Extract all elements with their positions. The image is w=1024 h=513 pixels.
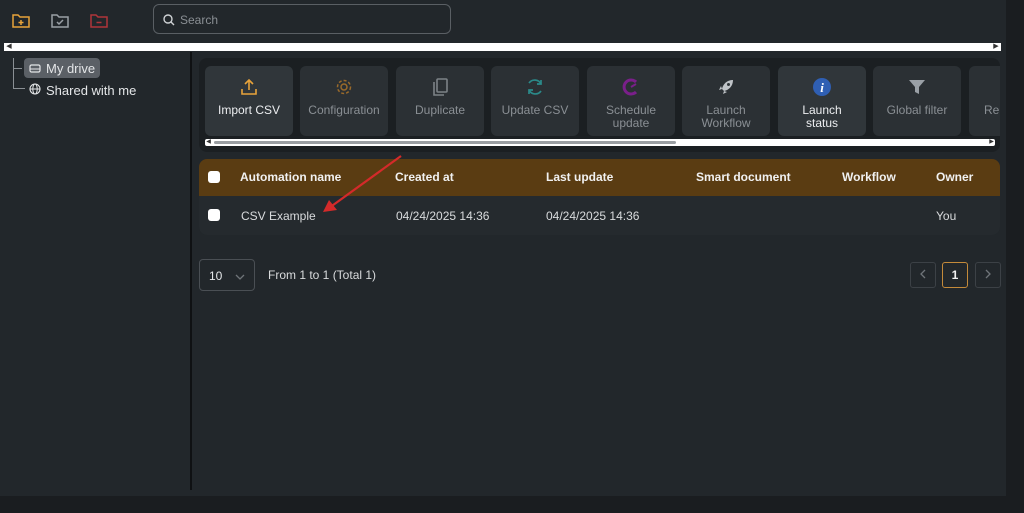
page-size-value: 10 xyxy=(209,269,223,283)
drive-icon xyxy=(29,61,41,76)
folder-plus-icon[interactable] xyxy=(9,8,33,32)
scroll-right-icon[interactable]: ▶ xyxy=(988,139,995,146)
chevron-right-icon xyxy=(984,268,992,282)
duplicate-button[interactable]: Duplicate xyxy=(396,66,484,136)
sidebar-item-shared-with-me[interactable]: Shared with me xyxy=(24,80,141,100)
tool-label: Global filter xyxy=(886,103,948,117)
tool-label: Launch Workflow xyxy=(701,103,751,130)
sidebar-item-label: My drive xyxy=(46,60,96,76)
info-icon: i xyxy=(811,76,833,98)
configuration-button[interactable]: Configuration xyxy=(300,66,388,136)
folder-check-icon[interactable] xyxy=(48,8,72,32)
tool-label: Import CSV xyxy=(217,103,280,117)
filter-icon xyxy=(906,76,928,98)
tool-label: Schedule update xyxy=(605,103,657,130)
rocket-icon xyxy=(715,76,737,98)
tool-label: Re xyxy=(984,103,1000,117)
chevron-left-icon xyxy=(919,268,927,282)
import-csv-button[interactable]: Import CSV xyxy=(205,66,293,136)
search-input[interactable] xyxy=(178,9,442,31)
schedule-update-button[interactable]: Schedule update xyxy=(587,66,675,136)
global-filter-button[interactable]: Global filter xyxy=(873,66,961,136)
tool-label: Configuration xyxy=(308,103,380,117)
outer-background xyxy=(1006,0,1024,513)
tool-label: Launch status xyxy=(802,103,842,130)
prev-page-button[interactable] xyxy=(910,262,936,288)
page-number-button[interactable]: 1 xyxy=(942,262,968,288)
sidebar-divider[interactable] xyxy=(190,52,192,490)
pagination-info: From 1 to 1 (Total 1) xyxy=(268,268,377,282)
scroll-left-icon[interactable]: ◀ xyxy=(5,43,13,51)
clock-icon xyxy=(620,76,642,98)
folder-minus-icon[interactable] xyxy=(87,8,111,32)
sidebar-tree: My drive Shared with me xyxy=(0,52,190,492)
row-checkbox[interactable] xyxy=(208,209,220,221)
sidebar-item-my-drive[interactable]: My drive xyxy=(24,58,101,78)
svg-text:i: i xyxy=(820,80,824,95)
select-all-checkbox[interactable] xyxy=(208,171,220,183)
more-tool-button[interactable]: Re xyxy=(969,66,1000,136)
scroll-left-icon[interactable]: ◀ xyxy=(205,139,212,146)
annotation-arrow xyxy=(323,155,402,212)
outer-background xyxy=(0,496,1006,513)
owner-cell: You xyxy=(936,209,957,223)
gear-icon xyxy=(333,76,355,98)
launch-workflow-button[interactable]: Launch Workflow xyxy=(682,66,770,136)
action-toolbar: Import CSV Configuration Duplicate Updat… xyxy=(199,58,1000,152)
tool-label: Duplicate xyxy=(414,103,466,117)
globe-icon xyxy=(29,82,41,98)
tree-connector xyxy=(13,68,22,69)
scroll-right-icon[interactable]: ▶ xyxy=(992,43,1000,51)
page-size-select[interactable]: 10 xyxy=(199,259,255,291)
refresh-icon xyxy=(524,76,546,98)
column-header[interactable]: Last update xyxy=(546,170,613,184)
horizontal-scrollbar[interactable]: ◀ ▶ xyxy=(4,43,1001,51)
last-update-cell: 04/24/2025 14:36 xyxy=(546,209,640,223)
chevron-down-icon xyxy=(235,269,245,287)
column-header[interactable]: Smart document xyxy=(696,170,791,184)
column-header[interactable]: Workflow xyxy=(842,170,896,184)
search-box[interactable] xyxy=(153,4,451,34)
app-window: ◀ ▶ My drive Shared with me Import CSV xyxy=(0,0,1006,496)
next-page-button[interactable] xyxy=(975,262,1001,288)
created-at-cell: 04/24/2025 14:36 xyxy=(396,209,490,223)
sidebar-item-label: Shared with me xyxy=(46,82,137,98)
scrollbar-thumb[interactable] xyxy=(214,141,676,144)
tree-connector xyxy=(13,58,14,88)
launch-status-button[interactable]: i Launch status xyxy=(778,66,866,136)
search-icon xyxy=(163,13,175,31)
toolbar-scrollbar[interactable]: ◀ ▶ xyxy=(205,139,995,146)
column-header[interactable]: Owner xyxy=(936,170,973,184)
copy-icon xyxy=(429,76,451,98)
update-csv-button[interactable]: Update CSV xyxy=(491,66,579,136)
upload-icon xyxy=(238,76,260,98)
automation-name-cell[interactable]: CSV Example xyxy=(241,209,316,223)
tool-label: Update CSV xyxy=(501,103,569,117)
